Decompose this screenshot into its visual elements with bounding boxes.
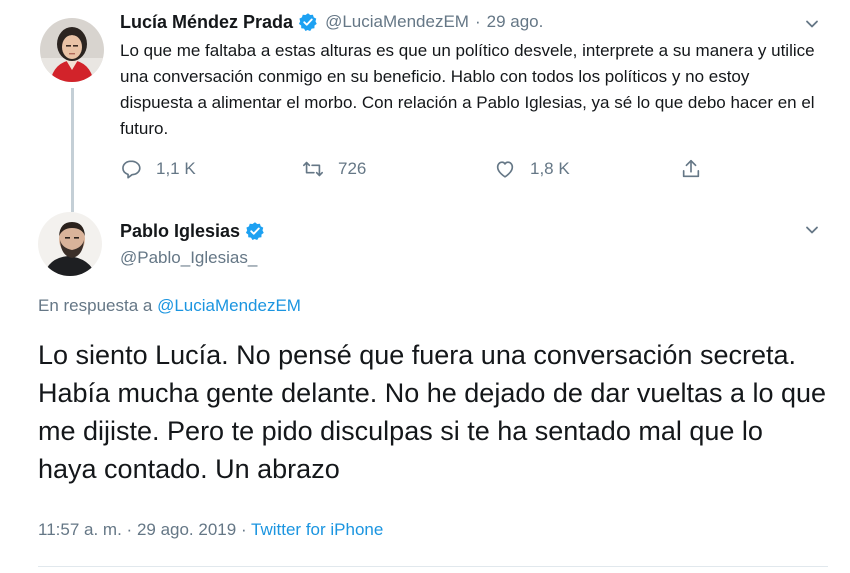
tweet2-header: Pablo Iglesias [120, 219, 265, 243]
tweet1-display-name[interactable]: Lucía Méndez Prada [120, 12, 293, 33]
tweet1-handle[interactable]: @LuciaMendezEM [325, 12, 469, 32]
tweet2-meta: 11:57 a. m. · 29 ago. 2019 · Twitter for… [38, 520, 383, 540]
avatar-lucia[interactable] [40, 18, 104, 82]
reply-icon [122, 160, 141, 179]
tweet2-handle[interactable]: @Pablo_Iglesias_ [120, 248, 257, 268]
tweet1-actions: 1,1 K 726 1,8 K [120, 158, 720, 184]
tweet2-source-link[interactable]: Twitter for iPhone [251, 520, 383, 539]
retweet-icon [303, 161, 323, 177]
reply-context: En respuesta a @LuciaMendezEM [38, 296, 301, 316]
retweet-count: 726 [338, 159, 367, 178]
reply-count: 1,1 K [156, 159, 196, 178]
tweet2-display-name[interactable]: Pablo Iglesias [120, 221, 240, 242]
reply-to-prefix: En respuesta a [38, 296, 153, 315]
tweet1-date[interactable]: 29 ago. [487, 12, 544, 32]
avatar-pablo[interactable] [38, 212, 102, 276]
thread-connector [71, 88, 74, 212]
verified-badge-icon [298, 12, 318, 32]
retweet-button[interactable]: 726 [302, 158, 366, 180]
tweet1-header: Lucía Méndez Prada @LuciaMendezEM · 29 a… [120, 10, 543, 34]
reply-to-handle-link[interactable]: @LuciaMendezEM [157, 296, 301, 315]
like-count: 1,8 K [530, 159, 570, 178]
tweet2-text: Lo siento Lucía. No pensé que fuera una … [38, 340, 827, 484]
like-icon [496, 161, 514, 178]
tweet1-separator: · [474, 12, 481, 31]
chevron-down-icon[interactable] [804, 16, 820, 32]
tweet2-separator-1: · [126, 520, 133, 539]
divider [38, 566, 828, 567]
like-button[interactable]: 1,8 K [494, 158, 570, 180]
verified-badge-icon [245, 221, 265, 241]
tweet2-separator-2: · [240, 520, 247, 539]
tweet1-text: Lo que me faltaba a estas alturas es que… [120, 41, 815, 138]
tweet2-date[interactable]: 29 ago. 2019 [137, 520, 236, 539]
tweet2-time[interactable]: 11:57 a. m. [38, 520, 122, 539]
share-icon [682, 159, 700, 178]
share-button[interactable] [680, 158, 702, 180]
chevron-down-icon[interactable] [804, 222, 820, 238]
reply-button[interactable]: 1,1 K [120, 158, 196, 180]
